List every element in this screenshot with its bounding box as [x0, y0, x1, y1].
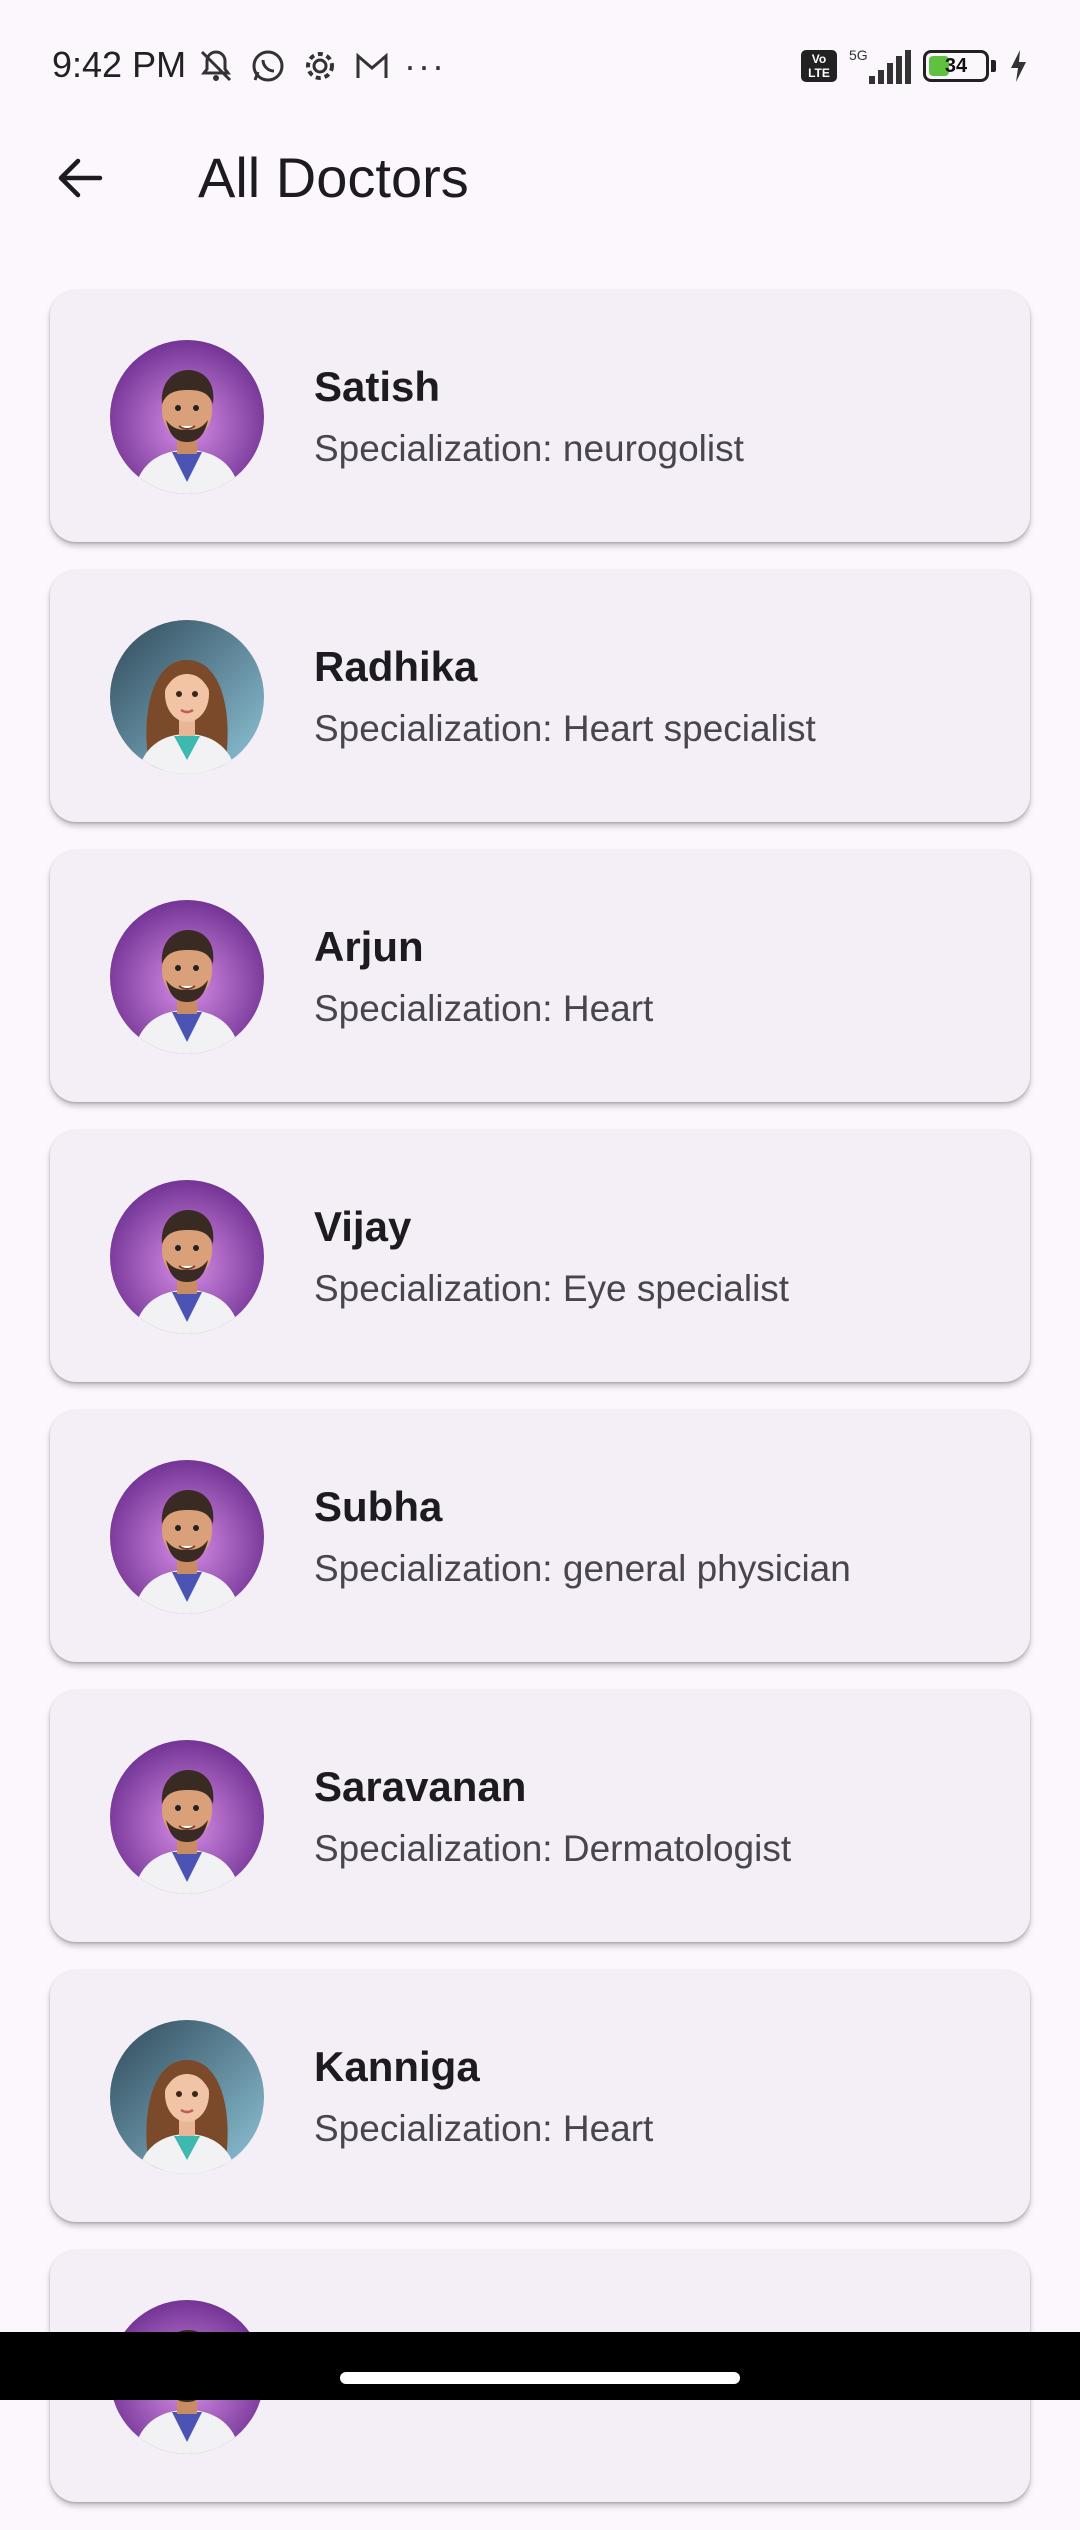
battery-cap — [991, 60, 996, 72]
doctor-name: Vijay — [314, 1203, 412, 1250]
doctor-avatar — [110, 620, 264, 774]
doctor-card[interactable]: Radhika Specialization: Heart specialist — [50, 570, 1030, 822]
notification-icons: ··· — [196, 44, 446, 88]
back-button[interactable] — [44, 142, 116, 214]
doctor-specialization: Specialization: Heart — [314, 988, 654, 1029]
whatsapp-icon — [252, 50, 284, 82]
status-bar: 9:42 PM ··· Vo LTE 5G 34 — [0, 0, 1080, 132]
doctor-avatar — [110, 900, 264, 1054]
doctor-name: Radhika — [314, 643, 478, 690]
gmail-icon — [356, 52, 388, 78]
doctor-card[interactable]: Kanniga Specialization: Heart — [50, 1970, 1030, 2222]
app-bar: All Doctors — [0, 132, 1080, 232]
navigation-bar — [0, 2332, 1080, 2400]
doctor-avatar — [110, 340, 264, 494]
doctor-avatar — [110, 1460, 264, 1614]
doctor-specialization: Specialization: neurogolist — [314, 428, 744, 469]
mute-icon — [200, 50, 232, 82]
doctor-avatar — [110, 2020, 264, 2174]
status-time: 9:42 PM — [52, 44, 187, 85]
doctor-name: Kanniga — [314, 2043, 480, 2090]
doctor-card[interactable]: Arjun Specialization: Heart — [50, 850, 1030, 1102]
doctor-specialization: Specialization: Heart — [314, 2108, 654, 2149]
page-title: All Doctors — [198, 146, 469, 209]
doctor-card[interactable]: Satish Specialization: neurogolist — [50, 290, 1030, 542]
charging-icon — [1011, 50, 1026, 82]
system-icons: Vo LTE 5G 34 — [801, 44, 1028, 88]
doctor-list[interactable]: Satish Specialization: neurogolist Radhik… — [50, 290, 1030, 2530]
home-indicator[interactable] — [340, 2372, 740, 2384]
more-dots-icon: ··· — [404, 45, 446, 86]
doctor-specialization: Specialization: general physician — [314, 1548, 851, 1589]
doctor-specialization: Specialization: Dermatologist — [314, 1828, 792, 1869]
doctor-avatar — [110, 1740, 264, 1894]
doctor-avatar — [110, 1180, 264, 1334]
settings-icon — [306, 52, 334, 80]
doctor-specialization: Specialization: Heart specialist — [314, 708, 816, 749]
doctor-name: Satish — [314, 363, 441, 410]
volte-icon: Vo LTE — [801, 50, 837, 82]
doctor-card[interactable]: Subha Specialization: general physician — [50, 1410, 1030, 1662]
signal-icon: 5G — [849, 47, 911, 84]
doctor-name: Saravanan — [314, 1763, 527, 1810]
battery-icon: 34 — [923, 50, 989, 82]
battery-level: 34 — [944, 54, 968, 77]
doctor-card[interactable]: Vijay Specialization: Eye specialist — [50, 1130, 1030, 1382]
arrow-left-icon — [58, 158, 103, 198]
doctor-card[interactable]: Saravanan Specialization: Dermatologist — [50, 1690, 1030, 1942]
doctor-name: Arjun — [314, 923, 424, 970]
doctor-name: Subha — [314, 1483, 443, 1530]
network-label: 5G — [849, 47, 868, 63]
doctor-specialization: Specialization: Eye specialist — [314, 1268, 790, 1309]
